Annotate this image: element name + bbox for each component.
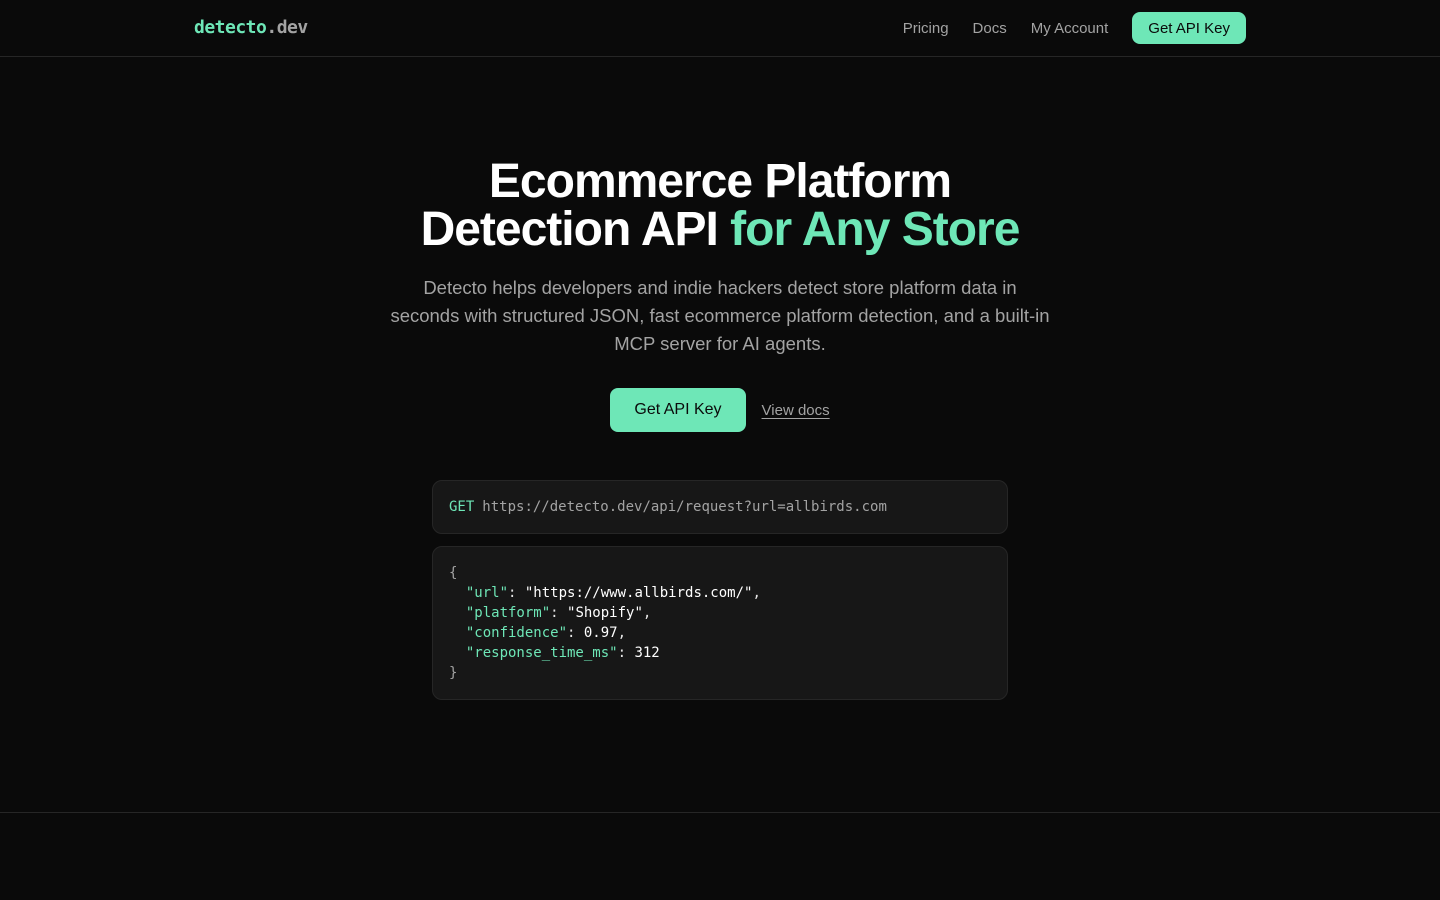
api-response-example: { "url": "https://www.allbirds.com/", "p… [432, 546, 1008, 700]
json-key: "confidence" [465, 625, 568, 641]
json-value: 312 [634, 645, 660, 661]
json-key: "platform" [465, 605, 551, 621]
hero-title-line2: Detection API for Any Store [0, 206, 1440, 254]
json-value: "Shopify" [567, 605, 643, 621]
get-api-key-button[interactable]: Get API Key [610, 388, 746, 432]
hero-title-line1: Ecommerce Platform [488, 155, 952, 208]
json-value: "https://www.allbirds.com/" [524, 585, 753, 601]
view-docs-link[interactable]: View docs [762, 402, 830, 419]
nav-pricing-link[interactable]: Pricing [903, 20, 949, 37]
hero-cta-row: Get API Key View docs [0, 388, 1440, 432]
hero-title-accent: for Any Store [730, 203, 1020, 256]
hero-subtitle: Detecto helps developers and indie hacke… [390, 277, 1050, 354]
main-nav: Pricing Docs My Account Get API Key [903, 12, 1246, 44]
logo[interactable]: detecto.dev [194, 17, 308, 38]
json-value: 0.97 [583, 625, 618, 641]
nav-docs-link[interactable]: Docs [973, 20, 1007, 37]
logo-tld-text: .dev [266, 17, 308, 38]
json-field-confidence: "confidence": 0.97, [465, 625, 627, 641]
json-field-platform: "platform": "Shopify", [465, 605, 652, 621]
nav-my-account-link[interactable]: My Account [1031, 20, 1109, 37]
json-close-brace: } [449, 665, 458, 681]
json-field-url: "url": "https://www.allbirds.com/", [465, 585, 761, 601]
top-navbar: detecto.dev Pricing Docs My Account Get … [0, 0, 1440, 57]
nav-get-api-key-button[interactable]: Get API Key [1132, 12, 1246, 44]
api-request-example: GET https://detecto.dev/api/request?url=… [432, 480, 1008, 534]
request-method: GET [449, 499, 475, 515]
hero-title-plain: Detection API [420, 203, 719, 256]
request-url: https://detecto.dev/api/request?url=allb… [482, 499, 887, 515]
logo-main-text: detecto [194, 17, 267, 38]
hero-title: Ecommerce Platform Detection API for Any… [0, 158, 1440, 254]
hero-section: Ecommerce Platform Detection API for Any… [0, 158, 1440, 358]
json-open-brace: { [449, 565, 458, 581]
json-key: "response_time_ms" [465, 645, 618, 661]
json-key: "url" [465, 585, 509, 601]
section-divider [0, 812, 1440, 813]
json-field-response-time: "response_time_ms": 312 [465, 645, 660, 661]
